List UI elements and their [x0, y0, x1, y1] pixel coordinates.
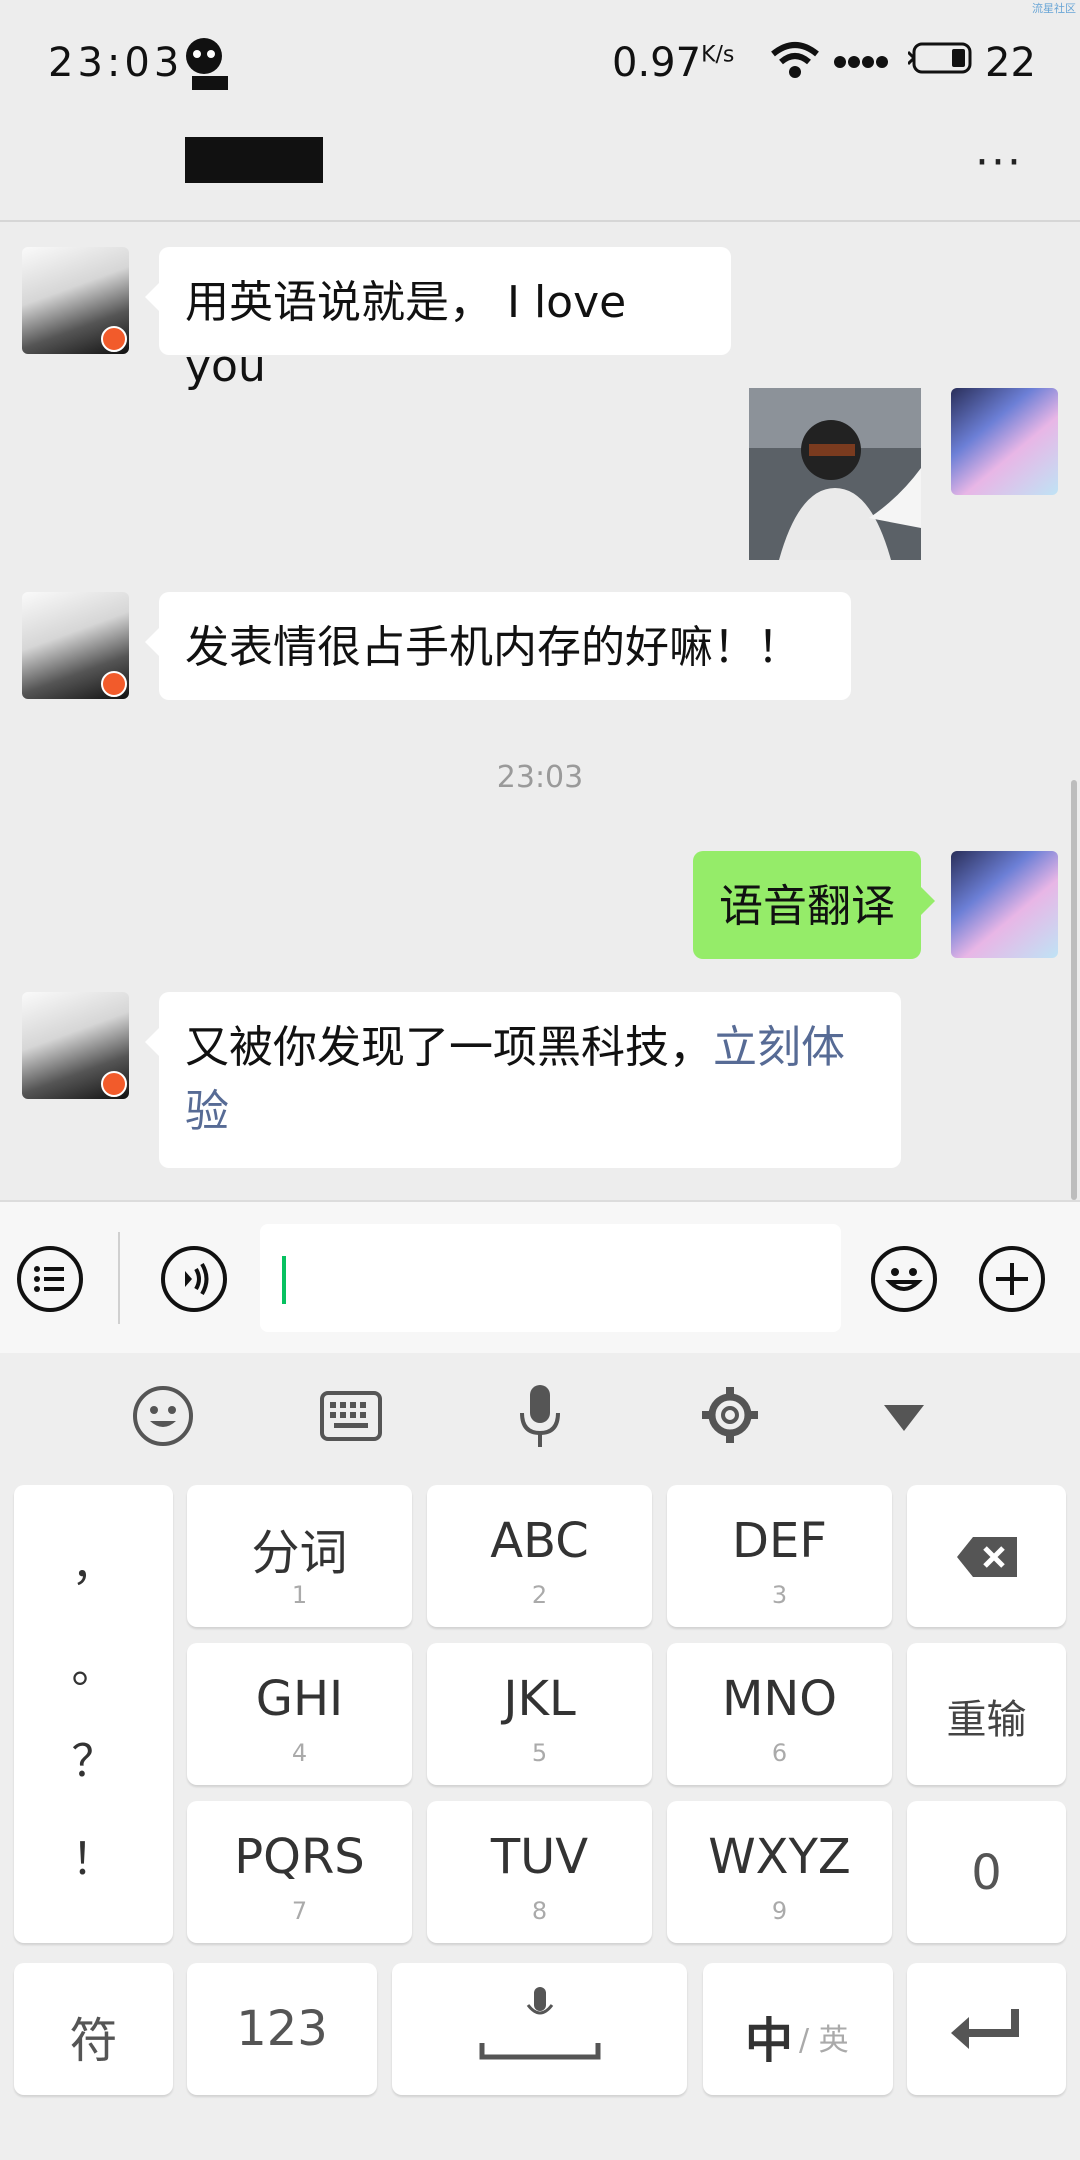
- numbers-key[interactable]: 123: [187, 1963, 377, 2095]
- my-avatar[interactable]: [951, 388, 1058, 495]
- key-0[interactable]: 0: [907, 1801, 1066, 1943]
- battery-icon: [906, 42, 974, 78]
- text-caret: [282, 1256, 286, 1304]
- status-time: 23:03: [48, 40, 184, 86]
- key-7[interactable]: PQRS 7: [187, 1801, 412, 1943]
- key-9[interactable]: WXYZ 9: [667, 1801, 892, 1943]
- emoji-icon[interactable]: [132, 1385, 194, 1451]
- status-bar: 23:03 0.97K/s 22 流星社区: [0, 0, 1080, 115]
- gear-icon[interactable]: [700, 1385, 760, 1449]
- plus-icon[interactable]: [979, 1246, 1045, 1312]
- input-bar: [0, 1200, 1080, 1354]
- punctuation-column: ， 。 ？ ！: [14, 1485, 173, 1943]
- punctuation-key[interactable]: ？: [14, 1725, 173, 1789]
- keyboard-icon[interactable]: [320, 1391, 382, 1445]
- contact-avatar[interactable]: [22, 592, 129, 699]
- wifi-icon: [770, 40, 820, 84]
- key-8[interactable]: TUV 8: [427, 1801, 652, 1943]
- battery-level: 22: [985, 40, 1036, 86]
- message-text: 发表情很占手机内存的好嘛！！: [185, 622, 801, 673]
- emoji-icon[interactable]: [871, 1246, 937, 1312]
- collapse-icon[interactable]: [882, 1403, 926, 1437]
- contact-avatar[interactable]: [22, 247, 129, 354]
- contact-name-redacted: [185, 137, 323, 183]
- keyboard: ， 。 ？ ！ 分词 1 ABC 2 DEF 3 GHI 4 JKL 5 MNO 6 重输 …: [0, 1353, 1080, 2160]
- reenter-key[interactable]: 重输: [907, 1643, 1066, 1785]
- message-bubble-sent[interactable]: 语音翻译: [693, 851, 935, 959]
- signal-icon: [834, 54, 890, 73]
- qq-icon: [182, 36, 230, 90]
- punctuation-key[interactable]: ，: [14, 1529, 173, 1593]
- punctuation-key[interactable]: ！: [14, 1823, 173, 1887]
- language-main: 中: [745, 2013, 794, 2069]
- chat-timestamp: 23:03: [496, 760, 584, 795]
- enter-key[interactable]: [907, 1963, 1066, 2095]
- message-text: 又被你发现了一项黑科技，: [185, 1022, 713, 1073]
- space-key[interactable]: [392, 1963, 687, 2095]
- message-text: 用英语说就是， I love you: [185, 277, 627, 392]
- sticker-image[interactable]: [749, 388, 921, 560]
- message-bubble-received[interactable]: 又被你发现了一项黑科技，立刻体验: [145, 992, 901, 1168]
- key-3[interactable]: DEF 3: [667, 1485, 892, 1627]
- badge-dot: [101, 1071, 127, 1097]
- my-avatar[interactable]: [951, 851, 1058, 958]
- more-button[interactable]: ···: [975, 137, 1023, 188]
- watermark: 流星社区: [1032, 2, 1076, 15]
- contact-avatar[interactable]: [22, 992, 129, 1099]
- backspace-key[interactable]: [907, 1485, 1066, 1627]
- network-speed: 0.97K/s: [612, 40, 735, 86]
- keyboard-toolbar: [0, 1353, 1080, 1478]
- key-1[interactable]: 分词 1: [187, 1485, 412, 1627]
- message-bubble-received[interactable]: 用英语说就是， I love you: [145, 247, 731, 392]
- scrollbar[interactable]: [1071, 780, 1077, 1200]
- chat-header: ···: [0, 115, 1080, 222]
- punctuation-key[interactable]: 。: [14, 1631, 173, 1695]
- symbol-key[interactable]: 符: [14, 1963, 173, 2095]
- language-sub: / 英: [799, 2023, 849, 2058]
- language-key[interactable]: 中 / 英: [703, 1963, 893, 2095]
- badge-dot: [101, 671, 127, 697]
- list-icon[interactable]: [17, 1246, 83, 1312]
- mic-icon[interactable]: [518, 1383, 562, 1453]
- key-2[interactable]: ABC 2: [427, 1485, 652, 1627]
- badge-dot: [101, 326, 127, 352]
- message-text: 语音翻译: [719, 881, 895, 932]
- message-bubble-received[interactable]: 发表情很占手机内存的好嘛！！: [145, 592, 851, 700]
- key-4[interactable]: GHI 4: [187, 1643, 412, 1785]
- key-6[interactable]: MNO 6: [667, 1643, 892, 1785]
- voice-icon[interactable]: [161, 1246, 227, 1312]
- message-input[interactable]: [260, 1224, 841, 1332]
- key-5[interactable]: JKL 5: [427, 1643, 652, 1785]
- divider: [118, 1232, 120, 1324]
